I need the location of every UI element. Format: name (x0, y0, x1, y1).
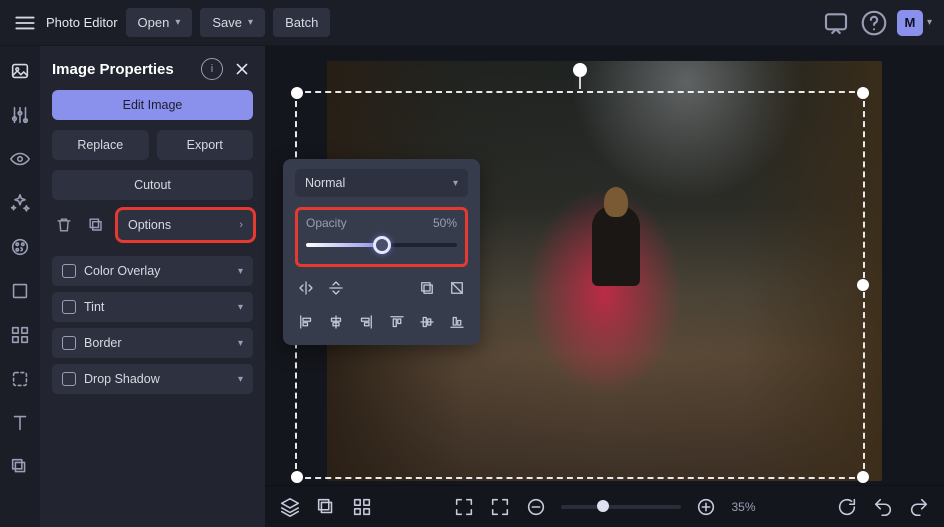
chevron-down-icon: ▾ (175, 17, 180, 28)
account-menu[interactable]: M ▾ (897, 10, 932, 36)
save-button[interactable]: Save ▾ (200, 8, 265, 37)
undo-icon[interactable] (872, 496, 894, 518)
opacity-value: 50% (433, 216, 457, 230)
info-icon[interactable]: i (201, 58, 223, 80)
options-label: Options (128, 218, 171, 232)
copy-icon[interactable] (416, 277, 438, 299)
export-button[interactable]: Export (157, 130, 254, 160)
hamburger-menu-icon[interactable] (12, 10, 38, 36)
border-item[interactable]: Border ▾ (52, 328, 253, 358)
grid-icon[interactable] (9, 324, 31, 346)
help-icon[interactable] (859, 8, 889, 38)
brush-icon[interactable] (9, 236, 31, 258)
opacity-label: Opacity (306, 216, 347, 230)
zoom-slider[interactable] (561, 505, 681, 509)
align-center-h-icon[interactable] (325, 311, 347, 333)
image-icon[interactable] (9, 60, 31, 82)
layers-toggle-icon[interactable] (279, 496, 301, 518)
resize-handle-mr[interactable] (857, 279, 869, 291)
mask-icon[interactable] (446, 277, 468, 299)
zoom-value: 35% (731, 500, 755, 514)
grid-view-icon[interactable] (351, 496, 373, 518)
chevron-down-icon: ▾ (238, 302, 243, 313)
opacity-slider[interactable] (306, 236, 457, 254)
align-left-icon[interactable] (295, 311, 317, 333)
prop-label: Tint (84, 300, 104, 314)
resize-handle-br[interactable] (857, 471, 869, 483)
layers-icon[interactable] (9, 456, 31, 478)
checkbox-icon[interactable] (62, 300, 76, 314)
slider-thumb[interactable] (373, 236, 391, 254)
checkbox-icon[interactable] (62, 372, 76, 386)
checkbox-icon[interactable] (62, 336, 76, 350)
batch-button[interactable]: Batch (273, 8, 330, 37)
chevron-down-icon: ▾ (238, 374, 243, 385)
prop-label: Border (84, 336, 122, 350)
refresh-icon[interactable] (836, 496, 858, 518)
text-icon[interactable] (9, 412, 31, 434)
chevron-down-icon: ▾ (248, 17, 253, 28)
duplicate-icon[interactable] (86, 215, 106, 235)
tool-strip (0, 46, 40, 527)
blend-mode-value: Normal (305, 176, 345, 190)
properties-panel: Image Properties i Edit Image Replace Ex… (40, 46, 265, 527)
prop-label: Drop Shadow (84, 372, 160, 386)
prop-label: Color Overlay (84, 264, 160, 278)
fit-icon[interactable] (489, 496, 511, 518)
app-title: Photo Editor (46, 15, 118, 30)
chevron-right-icon: › (239, 219, 243, 231)
cutout-button[interactable]: Cutout (52, 170, 253, 200)
flip-horizontal-icon[interactable] (295, 277, 317, 299)
slider-thumb[interactable] (597, 500, 609, 512)
align-center-v-icon[interactable] (416, 311, 438, 333)
chevron-down-icon: ▾ (453, 178, 458, 189)
options-button[interactable]: Options › (118, 210, 253, 240)
crop-icon[interactable] (9, 280, 31, 302)
tint-item[interactable]: Tint ▾ (52, 292, 253, 322)
fullscreen-icon[interactable] (453, 496, 475, 518)
panel-title: Image Properties (52, 61, 193, 78)
redo-icon[interactable] (908, 496, 930, 518)
avatar: M (897, 10, 923, 36)
trash-icon[interactable] (54, 215, 74, 235)
replace-button[interactable]: Replace (52, 130, 149, 160)
close-icon[interactable] (231, 58, 253, 80)
zoom-out-icon[interactable] (525, 496, 547, 518)
warp-icon[interactable] (9, 368, 31, 390)
canvas[interactable]: Normal ▾ Opacity 50% (265, 46, 944, 485)
drop-shadow-item[interactable]: Drop Shadow ▾ (52, 364, 253, 394)
edit-image-button[interactable]: Edit Image (52, 90, 253, 120)
open-button[interactable]: Open ▾ (126, 8, 193, 37)
bottom-bar: 35% (265, 485, 944, 527)
resize-handle-tl[interactable] (291, 87, 303, 99)
checkbox-icon[interactable] (62, 264, 76, 278)
zoom-in-icon[interactable] (695, 496, 717, 518)
align-right-icon[interactable] (355, 311, 377, 333)
adjust-icon[interactable] (9, 104, 31, 126)
opacity-control: Opacity 50% (295, 207, 468, 267)
blend-mode-select[interactable]: Normal ▾ (295, 169, 468, 197)
color-overlay-item[interactable]: Color Overlay ▾ (52, 256, 253, 286)
pages-icon[interactable] (315, 496, 337, 518)
align-bottom-icon[interactable] (446, 311, 468, 333)
options-popup: Normal ▾ Opacity 50% (283, 159, 480, 345)
rotate-handle[interactable] (573, 63, 587, 77)
chevron-down-icon: ▾ (927, 17, 932, 28)
resize-handle-tr[interactable] (857, 87, 869, 99)
sparkle-icon[interactable] (9, 192, 31, 214)
flip-vertical-icon[interactable] (325, 277, 347, 299)
chevron-down-icon: ▾ (238, 266, 243, 277)
visibility-icon[interactable] (9, 148, 31, 170)
resize-handle-bl[interactable] (291, 471, 303, 483)
feedback-icon[interactable] (821, 8, 851, 38)
align-top-icon[interactable] (386, 311, 408, 333)
chevron-down-icon: ▾ (238, 338, 243, 349)
